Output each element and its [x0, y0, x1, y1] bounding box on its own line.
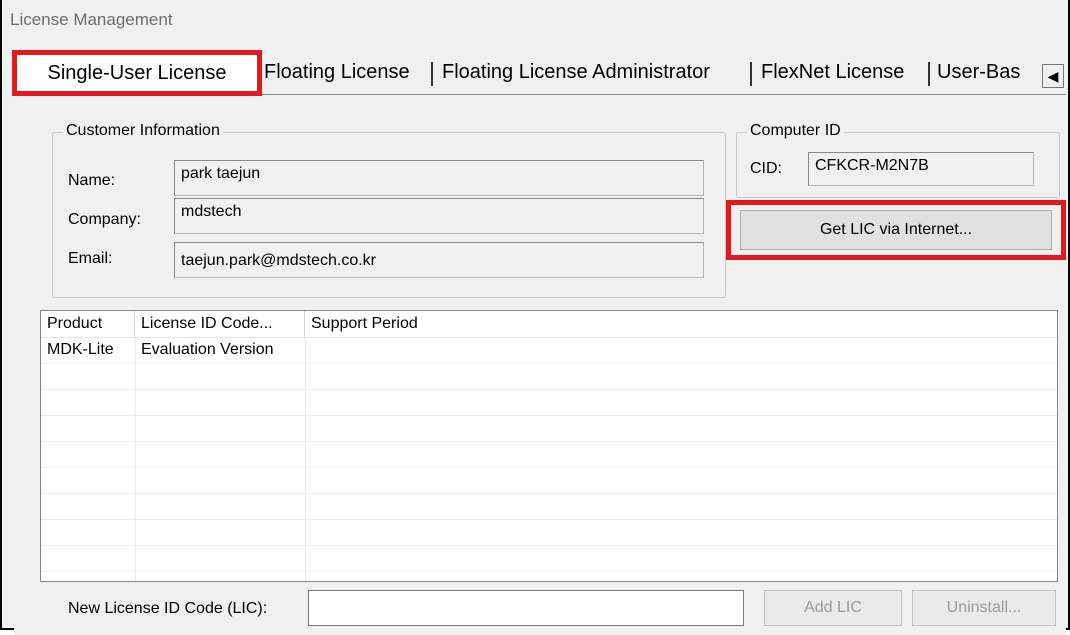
tab-separator	[431, 62, 433, 86]
tab-separator	[928, 62, 930, 86]
row-divider	[41, 389, 1057, 390]
company-label: Company:	[68, 211, 141, 228]
row-divider	[41, 363, 1057, 364]
window-title: License Management	[10, 10, 173, 29]
add-lic-button[interactable]: Add LIC	[764, 590, 902, 626]
name-label: Name:	[68, 172, 116, 189]
title-bar: License Management	[2, 0, 1068, 48]
tab-flexnet-license[interactable]: FlexNet License	[761, 52, 904, 92]
name-field[interactable]: park taejun	[174, 160, 704, 196]
left-arrow-icon[interactable]: ◀	[1042, 64, 1064, 88]
license-list[interactable]: Product License ID Code... Support Perio…	[40, 310, 1058, 582]
cid-field[interactable]: CFKCR-M2N7B	[808, 152, 1034, 186]
new-lic-label: New License ID Code (LIC):	[68, 600, 268, 617]
computer-id-label: Computer ID	[747, 122, 844, 140]
customer-information-label: Customer Information	[63, 122, 223, 140]
get-lic-via-internet-button[interactable]: Get LIC via Internet...	[740, 210, 1052, 250]
list-header: Product License ID Code... Support Perio…	[41, 311, 1057, 338]
new-lic-input[interactable]	[308, 590, 744, 626]
license-management-window: License Management Single-User License F…	[0, 0, 1070, 635]
tab-single-user-license[interactable]: Single-User License	[16, 50, 258, 95]
company-field[interactable]: mdstech	[174, 198, 704, 234]
tab-user-based[interactable]: User-Bas	[937, 52, 1020, 92]
cid-label: CID:	[750, 160, 782, 177]
row-divider	[41, 571, 1057, 572]
email-label: Email:	[68, 250, 113, 267]
column-header-support-period[interactable]: Support Period	[305, 311, 1057, 337]
email-field[interactable]: taejun.park@mdstech.co.kr	[174, 242, 704, 278]
row-divider	[41, 441, 1057, 442]
row-divider	[41, 493, 1057, 494]
tab-separator	[750, 62, 752, 86]
column-header-license-id[interactable]: License ID Code...	[135, 311, 305, 337]
row-divider	[41, 467, 1057, 468]
row-divider	[41, 545, 1057, 546]
row-divider	[41, 415, 1057, 416]
uninstall-button[interactable]: Uninstall...	[912, 590, 1056, 626]
cell-license-id: Evaluation Version	[141, 341, 274, 358]
tab-floating-license[interactable]: Floating License	[264, 52, 410, 92]
row-divider	[41, 519, 1057, 520]
tab-floating-license-administrator[interactable]: Floating License Administrator	[442, 52, 710, 92]
cell-product: MDK-Lite	[47, 341, 114, 358]
column-header-product[interactable]: Product	[41, 311, 135, 337]
